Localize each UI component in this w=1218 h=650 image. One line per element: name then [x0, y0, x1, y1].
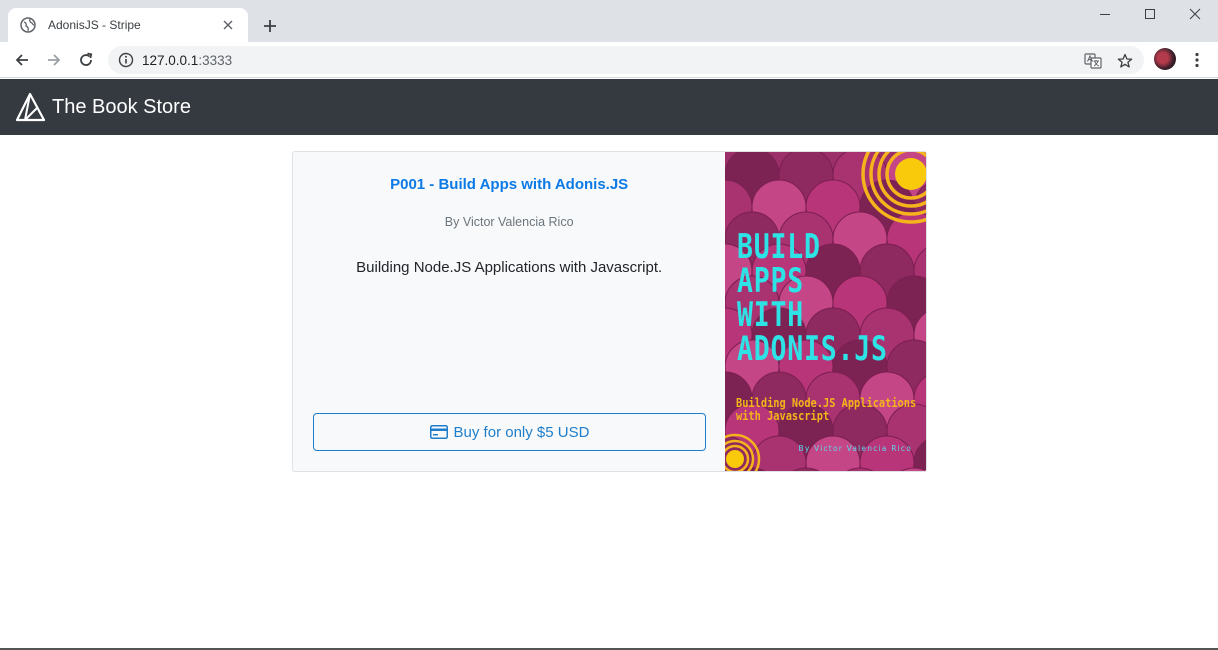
close-window-button[interactable] — [1180, 6, 1210, 22]
browser-tabstrip: AdonisJS - Stripe — [0, 0, 1218, 42]
reload-icon — [80, 52, 93, 66]
new-tab-button[interactable] — [258, 14, 282, 38]
minimize-icon — [1100, 14, 1110, 15]
url-text: 127.0.0.1:3333 — [142, 53, 232, 68]
plus-icon — [264, 20, 276, 32]
product-author: By Victor Valencia Rico — [444, 215, 574, 229]
credit-card-icon — [429, 425, 448, 439]
browser-toolbar: 127.0.0.1:3333 — [0, 42, 1218, 78]
tab-title: AdonisJS - Stripe — [48, 18, 141, 32]
close-icon — [1189, 8, 1201, 20]
translate-icon[interactable] — [1084, 52, 1102, 70]
cover-title: BUILD APPS WITH ADONIS.JS — [737, 227, 889, 369]
close-tab-icon[interactable] — [220, 17, 236, 33]
profile-avatar[interactable] — [1154, 48, 1176, 70]
maximize-icon — [1145, 9, 1155, 19]
cover-author: By Victor Valencia Rico — [798, 444, 912, 453]
info-icon[interactable] — [118, 52, 134, 68]
buy-button[interactable]: Buy for only $5 USD — [313, 413, 706, 451]
browser-tab[interactable]: AdonisJS - Stripe — [8, 8, 248, 42]
star-icon[interactable] — [1116, 52, 1134, 70]
globe-icon — [20, 17, 36, 33]
app-navbar: The Book Store — [0, 79, 1218, 135]
product-description: Building Node.JS Applications with Javas… — [356, 259, 663, 276]
minimize-button[interactable] — [1090, 6, 1120, 22]
product-card: P001 - Build Apps with Adonis.JS By Vict… — [292, 151, 927, 472]
url-port: :3333 — [198, 52, 233, 68]
back-button[interactable] — [10, 48, 34, 72]
arrow-left-icon — [15, 54, 28, 66]
product-title[interactable]: P001 - Build Apps with Adonis.JS — [293, 176, 725, 193]
arrow-right-icon — [48, 54, 61, 66]
address-bar[interactable]: 127.0.0.1:3333 — [108, 46, 1144, 74]
url-host: 127.0.0.1 — [142, 52, 199, 68]
product-card-body: P001 - Build Apps with Adonis.JS By Vict… — [293, 152, 725, 471]
buy-button-label: Buy for only $5 USD — [453, 423, 590, 441]
brand-title[interactable]: The Book Store — [52, 96, 191, 119]
browser-menu-button[interactable] — [1188, 50, 1206, 70]
reload-button[interactable] — [74, 48, 98, 72]
maximize-button[interactable] — [1135, 6, 1165, 22]
forward-button[interactable] — [42, 48, 66, 72]
cover-subtitle: Building Node.JS Applications with Javas… — [736, 396, 917, 423]
adonis-logo-icon[interactable] — [16, 92, 46, 122]
book-cover-image: BUILD APPS WITH ADONIS.JS Building Node.… — [725, 152, 926, 471]
kebab-menu-icon — [1195, 52, 1199, 68]
